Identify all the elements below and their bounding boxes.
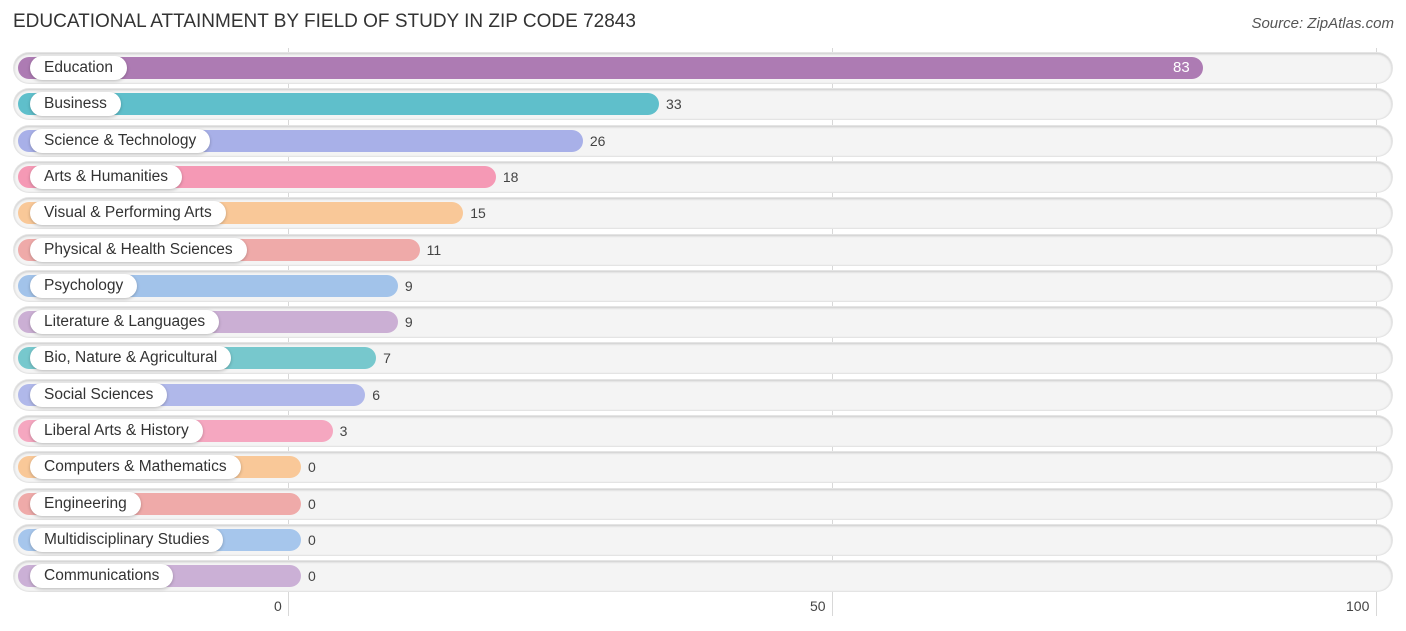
category-label: Arts & Humanities: [30, 164, 183, 189]
value-label: 0: [308, 531, 316, 548]
category-label: Bio, Nature & Agricultural: [30, 346, 232, 371]
category-label: Literature & Languages: [30, 310, 220, 335]
value-label: 15: [470, 205, 486, 222]
x-tick-label: 100: [1346, 598, 1370, 614]
value-label: 18: [502, 168, 519, 185]
value-label: 7: [383, 350, 391, 367]
category-label: Science & Technology: [30, 128, 211, 153]
category-label: Business: [30, 92, 121, 117]
category-label: Communications: [30, 564, 174, 589]
value-label: 26: [589, 132, 606, 149]
bar[interactable]: [18, 57, 1204, 79]
x-tick-label: 0: [274, 598, 282, 614]
category-label: Engineering: [30, 491, 141, 516]
value-label: 0: [308, 495, 316, 512]
value-label: 0: [308, 459, 316, 476]
category-label: Social Sciences: [30, 382, 168, 407]
value-label: 83: [1173, 59, 1190, 76]
category-label: Computers & Mathematics: [30, 455, 241, 480]
category-label: Physical & Health Sciences: [30, 237, 247, 262]
value-label: 0: [308, 568, 316, 585]
value-label: 6: [372, 386, 381, 403]
value-label: 3: [339, 423, 348, 439]
value-label: 33: [666, 96, 682, 113]
x-tick-label: 50: [810, 598, 826, 614]
value-label: 9: [404, 314, 413, 331]
category-label: Psychology: [30, 273, 138, 298]
category-label: Liberal Arts & History: [30, 419, 203, 443]
value-label: 9: [404, 277, 413, 294]
category-label: Education: [30, 56, 127, 80]
value-label: 11: [426, 241, 442, 258]
bar-chart: Education 83 Business 33 Science & Technolog…: [0, 0, 1406, 631]
category-label: Visual & Performing Arts: [30, 201, 226, 226]
category-label: Multidisciplinary Studies: [30, 527, 224, 552]
